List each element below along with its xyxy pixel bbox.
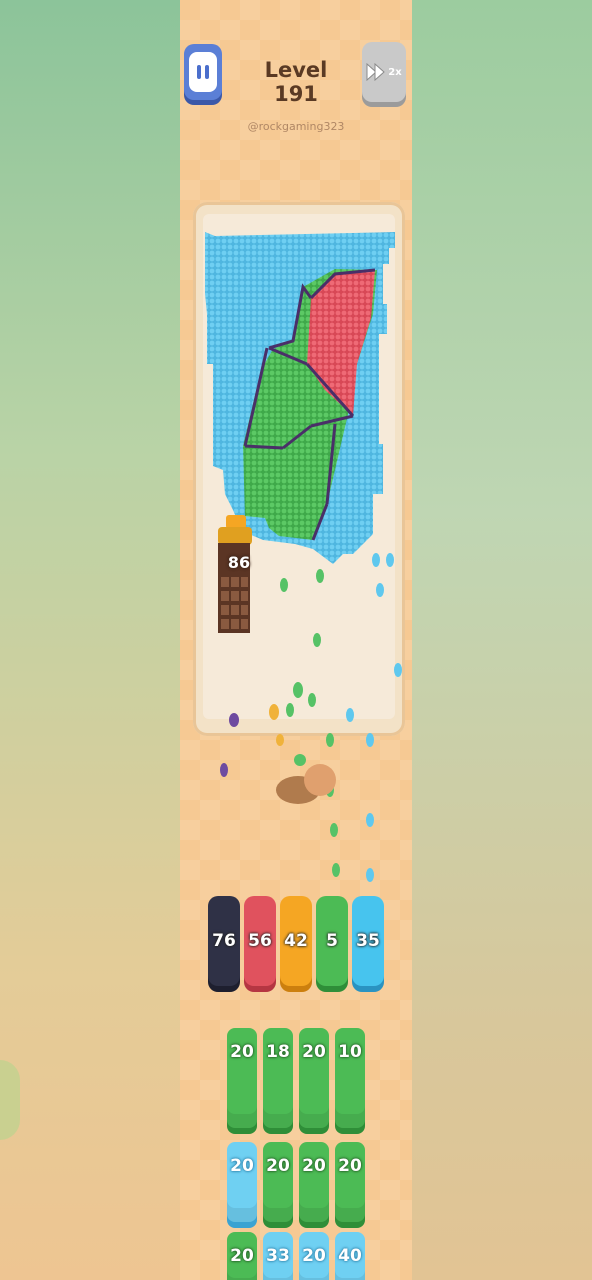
queue-tile-value: 76 — [212, 931, 236, 951]
grid-tile-value: 33 — [266, 1246, 290, 1266]
speed-toggle-button[interactable]: 2x — [362, 42, 406, 102]
blurred-background-right — [412, 0, 592, 1280]
grid-tile[interactable]: 18 — [263, 1028, 293, 1128]
speed-label: 2x — [388, 66, 402, 78]
grid-tile[interactable]: 20 — [299, 1028, 329, 1128]
pause-icon — [189, 52, 217, 92]
grid-tile-value: 20 — [230, 1156, 254, 1176]
grid-tile[interactable]: 20 — [227, 1232, 257, 1280]
grid-tile-value: 40 — [338, 1246, 362, 1266]
leaf-decoration — [0, 1060, 20, 1140]
fast-forward-icon — [366, 63, 386, 81]
username-watermark: @rockgaming323 — [247, 120, 345, 133]
grid-tile[interactable]: 20 — [299, 1232, 329, 1280]
chocolate-bar-icon — [218, 515, 252, 633]
grid-tile[interactable]: 20 — [227, 1142, 257, 1222]
grid-tile-value: 10 — [338, 1042, 362, 1062]
queue-tile[interactable]: 35 — [352, 896, 384, 986]
grid-tile-value: 20 — [338, 1156, 362, 1176]
color-queue: 76 56 42 5 35 — [208, 896, 388, 994]
puzzle-board — [193, 202, 405, 736]
grid-tile-value: 20 — [302, 1042, 326, 1062]
pause-button[interactable] — [184, 44, 222, 100]
grid-tile[interactable]: 10 — [335, 1028, 365, 1128]
queue-tile-value: 42 — [284, 931, 308, 951]
grid-tile[interactable]: 33 — [263, 1232, 293, 1280]
blurred-background-left — [0, 0, 180, 1280]
color-counter-stack[interactable]: 86 — [216, 515, 262, 635]
grid-tile-value: 18 — [266, 1042, 290, 1062]
grid-tile-value: 20 — [230, 1042, 254, 1062]
grid-tile-value: 20 — [230, 1246, 254, 1266]
level-title: Level 191 — [264, 58, 328, 106]
queue-tile-value: 5 — [326, 931, 338, 951]
grid-tile[interactable]: 20 — [299, 1142, 329, 1222]
pixel-art-picture — [205, 232, 395, 564]
queue-tile[interactable]: 56 — [244, 896, 276, 986]
grid-tile[interactable]: 20 — [335, 1142, 365, 1222]
queue-tile-value: 35 — [356, 931, 380, 951]
grid-tile[interactable]: 40 — [335, 1232, 365, 1280]
queue-tile[interactable]: 5 — [316, 896, 348, 986]
grid-tile-value: 20 — [302, 1156, 326, 1176]
grid-tile[interactable]: 20 — [227, 1028, 257, 1128]
grid-tile-value: 20 — [266, 1156, 290, 1176]
queue-tile[interactable]: 42 — [280, 896, 312, 986]
pixel-canvas — [203, 214, 395, 719]
grid-tile-value: 20 — [302, 1246, 326, 1266]
counter-value: 86 — [227, 553, 251, 572]
grid-tile[interactable]: 20 — [263, 1142, 293, 1222]
queue-tile-value: 56 — [248, 931, 272, 951]
queue-tile[interactable]: 76 — [208, 896, 240, 986]
game-screen: Level 191 @rockgaming323 2x 86 76 56 42 … — [180, 0, 412, 1280]
